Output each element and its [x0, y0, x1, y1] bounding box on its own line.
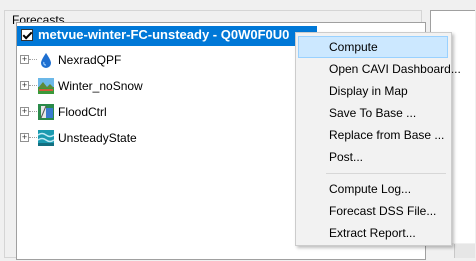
water-drop-icon — [41, 53, 51, 68]
tree-node-nexradqpf[interactable]: + NexradQPF — [20, 52, 270, 70]
expand-icon[interactable]: + — [20, 55, 29, 64]
tree-node-label: NexradQPF — [58, 53, 122, 67]
menu-item-save-to-base[interactable]: Save To Base ... — [298, 102, 448, 124]
menu-separator — [326, 173, 446, 174]
root-checkbox[interactable] — [21, 29, 33, 41]
menu-item-post[interactable]: Post... — [298, 146, 448, 168]
expand-icon[interactable]: + — [20, 81, 29, 90]
landscape-icon — [38, 78, 54, 94]
menu-item-compute[interactable]: Compute — [298, 36, 448, 58]
dam-icon — [38, 104, 54, 120]
tree-node-winter-nosnow[interactable]: + Winter_noSnow — [20, 78, 270, 96]
menu-item-replace-from-base[interactable]: Replace from Base ... — [298, 124, 448, 146]
menu-item-forecast-dss-file[interactable]: Forecast DSS File... — [298, 200, 448, 222]
tree-root-label: metvue-winter-FC-unsteady - Q0W0F0U0 — [38, 27, 290, 42]
menu-item-display-in-map[interactable]: Display in Map — [298, 80, 448, 102]
menu-item-compute-log[interactable]: Compute Log... — [298, 178, 448, 200]
tree-node-label: UnsteadyState — [58, 131, 137, 145]
tree-node-label: FloodCtrl — [58, 105, 107, 119]
menu-item-open-cavi-dashboard[interactable]: Open CAVI Dashboard... — [298, 58, 461, 80]
waves-icon — [38, 130, 54, 146]
expand-icon[interactable]: + — [20, 107, 29, 116]
tree-node-unsteadystate[interactable]: + UnsteadyState — [20, 130, 270, 148]
menu-item-extract-report[interactable]: Extract Report... — [298, 222, 448, 244]
scrollbar-corner[interactable] — [454, 244, 475, 258]
context-menu: Compute Open CAVI Dashboard... Display i… — [295, 32, 461, 246]
tree-node-floodctrl[interactable]: + FloodCtrl — [20, 104, 270, 122]
expand-icon[interactable]: + — [20, 133, 29, 142]
tree-node-label: Winter_noSnow — [58, 79, 143, 93]
